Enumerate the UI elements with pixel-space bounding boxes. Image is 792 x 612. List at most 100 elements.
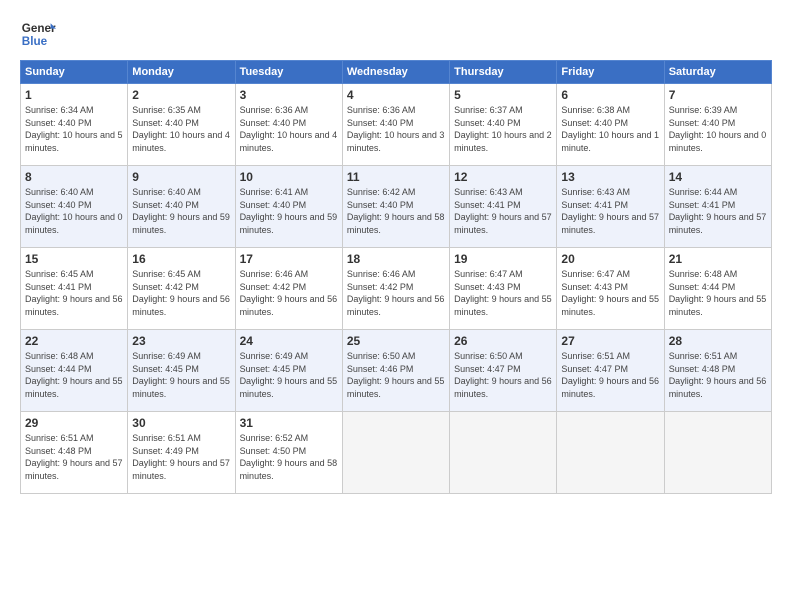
day-number: 14 (669, 170, 767, 184)
day-info: Sunrise: 6:51 AMSunset: 4:47 PMDaylight:… (561, 350, 659, 400)
day-number: 26 (454, 334, 552, 348)
day-info: Sunrise: 6:45 AMSunset: 4:41 PMDaylight:… (25, 268, 123, 318)
day-number: 23 (132, 334, 230, 348)
day-number: 17 (240, 252, 338, 266)
calendar-cell: 13 Sunrise: 6:43 AMSunset: 4:41 PMDayligh… (557, 166, 664, 248)
calendar-cell: 22 Sunrise: 6:48 AMSunset: 4:44 PMDayligh… (21, 330, 128, 412)
day-info: Sunrise: 6:45 AMSunset: 4:42 PMDaylight:… (132, 268, 230, 318)
day-info: Sunrise: 6:46 AMSunset: 4:42 PMDaylight:… (347, 268, 445, 318)
day-number: 10 (240, 170, 338, 184)
day-number: 4 (347, 88, 445, 102)
calendar-cell: 18 Sunrise: 6:46 AMSunset: 4:42 PMDayligh… (342, 248, 449, 330)
day-info: Sunrise: 6:47 AMSunset: 4:43 PMDaylight:… (561, 268, 659, 318)
calendar-cell: 9Sunrise: 6:40 AMSunset: 4:40 PMDaylight… (128, 166, 235, 248)
calendar-cell: 16 Sunrise: 6:45 AMSunset: 4:42 PMDayligh… (128, 248, 235, 330)
day-info: Sunrise: 6:43 AMSunset: 4:41 PMDaylight:… (454, 186, 552, 236)
calendar-cell: 3 Sunrise: 6:36 AMSunset: 4:40 PMDaylight… (235, 84, 342, 166)
day-number: 22 (25, 334, 123, 348)
calendar-cell (450, 412, 557, 494)
day-number: 20 (561, 252, 659, 266)
day-info: Sunrise: 6:38 AMSunset: 4:40 PMDaylight:… (561, 104, 659, 154)
day-info: Sunrise: 6:49 AMSunset: 4:45 PMDaylight:… (240, 350, 338, 400)
calendar-cell: 1 Sunrise: 6:34 AMSunset: 4:40 PMDaylight… (21, 84, 128, 166)
day-number: 1 (25, 88, 123, 102)
day-info: Sunrise: 6:40 AMSunset: 4:40 PMDaylight:… (132, 186, 230, 236)
calendar-cell: 19 Sunrise: 6:47 AMSunset: 4:43 PMDayligh… (450, 248, 557, 330)
day-header-friday: Friday (557, 61, 664, 84)
day-number: 18 (347, 252, 445, 266)
days-header-row: SundayMondayTuesdayWednesdayThursdayFrid… (21, 61, 772, 84)
calendar-cell: 24 Sunrise: 6:49 AMSunset: 4:45 PMDayligh… (235, 330, 342, 412)
day-info: Sunrise: 6:41 AMSunset: 4:40 PMDaylight:… (240, 186, 338, 236)
day-header-tuesday: Tuesday (235, 61, 342, 84)
calendar-cell: 26 Sunrise: 6:50 AMSunset: 4:47 PMDayligh… (450, 330, 557, 412)
day-number: 12 (454, 170, 552, 184)
day-number: 13 (561, 170, 659, 184)
day-info: Sunrise: 6:44 AMSunset: 4:41 PMDaylight:… (669, 186, 767, 236)
day-info: Sunrise: 6:36 AMSunset: 4:40 PMDaylight:… (240, 104, 338, 154)
day-number: 15 (25, 252, 123, 266)
day-number: 11 (347, 170, 445, 184)
day-info: Sunrise: 6:40 AMSunset: 4:40 PMDaylight:… (25, 186, 123, 236)
calendar-cell (342, 412, 449, 494)
calendar-cell: 14 Sunrise: 6:44 AMSunset: 4:41 PMDayligh… (664, 166, 771, 248)
calendar-cell: 4Sunrise: 6:36 AMSunset: 4:40 PMDaylight… (342, 84, 449, 166)
day-info: Sunrise: 6:39 AMSunset: 4:40 PMDaylight:… (669, 104, 767, 154)
week-row-1: 1 Sunrise: 6:34 AMSunset: 4:40 PMDaylight… (21, 84, 772, 166)
calendar-cell: 7Sunrise: 6:39 AMSunset: 4:40 PMDaylight… (664, 84, 771, 166)
svg-text:Blue: Blue (22, 35, 48, 48)
calendar-cell: 10 Sunrise: 6:41 AMSunset: 4:40 PMDayligh… (235, 166, 342, 248)
calendar-cell: 12 Sunrise: 6:43 AMSunset: 4:41 PMDayligh… (450, 166, 557, 248)
day-info: Sunrise: 6:42 AMSunset: 4:40 PMDaylight:… (347, 186, 445, 236)
day-number: 2 (132, 88, 230, 102)
calendar-cell: 23 Sunrise: 6:49 AMSunset: 4:45 PMDayligh… (128, 330, 235, 412)
day-info: Sunrise: 6:47 AMSunset: 4:43 PMDaylight:… (454, 268, 552, 318)
calendar-cell: 15 Sunrise: 6:45 AMSunset: 4:41 PMDayligh… (21, 248, 128, 330)
calendar-cell: 25Sunrise: 6:50 AMSunset: 4:46 PMDayligh… (342, 330, 449, 412)
day-info: Sunrise: 6:48 AMSunset: 4:44 PMDaylight:… (25, 350, 123, 400)
day-number: 27 (561, 334, 659, 348)
day-number: 6 (561, 88, 659, 102)
calendar-cell: 20 Sunrise: 6:47 AMSunset: 4:43 PMDayligh… (557, 248, 664, 330)
day-number: 8 (25, 170, 123, 184)
day-info: Sunrise: 6:51 AMSunset: 4:48 PMDaylight:… (669, 350, 767, 400)
calendar-cell: 11 Sunrise: 6:42 AMSunset: 4:40 PMDayligh… (342, 166, 449, 248)
day-info: Sunrise: 6:51 AMSunset: 4:48 PMDaylight:… (25, 432, 123, 482)
day-info: Sunrise: 6:35 AMSunset: 4:40 PMDaylight:… (132, 104, 230, 154)
day-info: Sunrise: 6:37 AMSunset: 4:40 PMDaylight:… (454, 104, 552, 154)
calendar-cell: 6 Sunrise: 6:38 AMSunset: 4:40 PMDaylight… (557, 84, 664, 166)
day-info: Sunrise: 6:52 AMSunset: 4:50 PMDaylight:… (240, 432, 338, 482)
week-row-5: 29 Sunrise: 6:51 AMSunset: 4:48 PMDayligh… (21, 412, 772, 494)
day-header-saturday: Saturday (664, 61, 771, 84)
calendar-cell: 31Sunrise: 6:52 AMSunset: 4:50 PMDayligh… (235, 412, 342, 494)
day-info: Sunrise: 6:49 AMSunset: 4:45 PMDaylight:… (132, 350, 230, 400)
day-info: Sunrise: 6:50 AMSunset: 4:46 PMDaylight:… (347, 350, 445, 400)
calendar-cell (664, 412, 771, 494)
calendar-cell: 27 Sunrise: 6:51 AMSunset: 4:47 PMDayligh… (557, 330, 664, 412)
calendar-cell: 28Sunrise: 6:51 AMSunset: 4:48 PMDayligh… (664, 330, 771, 412)
calendar-cell: 21Sunrise: 6:48 AMSunset: 4:44 PMDayligh… (664, 248, 771, 330)
day-info: Sunrise: 6:43 AMSunset: 4:41 PMDaylight:… (561, 186, 659, 236)
logo: General Blue (20, 16, 56, 52)
day-number: 5 (454, 88, 552, 102)
week-row-2: 8 Sunrise: 6:40 AMSunset: 4:40 PMDaylight… (21, 166, 772, 248)
day-header-sunday: Sunday (21, 61, 128, 84)
day-info: Sunrise: 6:46 AMSunset: 4:42 PMDaylight:… (240, 268, 338, 318)
day-number: 3 (240, 88, 338, 102)
day-number: 16 (132, 252, 230, 266)
day-header-wednesday: Wednesday (342, 61, 449, 84)
day-number: 29 (25, 416, 123, 430)
calendar-cell: 30Sunrise: 6:51 AMSunset: 4:49 PMDayligh… (128, 412, 235, 494)
day-number: 24 (240, 334, 338, 348)
calendar-cell: 5 Sunrise: 6:37 AMSunset: 4:40 PMDaylight… (450, 84, 557, 166)
week-row-4: 22 Sunrise: 6:48 AMSunset: 4:44 PMDayligh… (21, 330, 772, 412)
day-info: Sunrise: 6:50 AMSunset: 4:47 PMDaylight:… (454, 350, 552, 400)
calendar-cell: 2 Sunrise: 6:35 AMSunset: 4:40 PMDaylight… (128, 84, 235, 166)
calendar: SundayMondayTuesdayWednesdayThursdayFrid… (20, 60, 772, 494)
day-number: 21 (669, 252, 767, 266)
day-number: 19 (454, 252, 552, 266)
logo-icon: General Blue (20, 16, 56, 52)
header: General Blue (20, 16, 772, 52)
day-info: Sunrise: 6:34 AMSunset: 4:40 PMDaylight:… (25, 104, 123, 154)
main-container: General Blue SundayMondayTuesdayWednesda… (0, 0, 792, 504)
